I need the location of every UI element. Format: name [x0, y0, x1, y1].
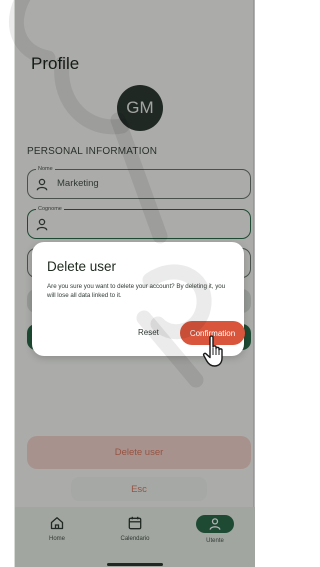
screenshot-frame: Profile GM PERSONAL INFORMATION Nome Mar… [0, 0, 258, 567]
reset-button[interactable]: Reset [138, 328, 159, 337]
phone-screen: Profile GM PERSONAL INFORMATION Nome Mar… [14, 0, 255, 567]
dialog-title: Delete user [47, 259, 117, 274]
hand-pointer-icon [202, 335, 223, 367]
dialog-message: Are you sure you want to delete your acc… [47, 283, 226, 299]
